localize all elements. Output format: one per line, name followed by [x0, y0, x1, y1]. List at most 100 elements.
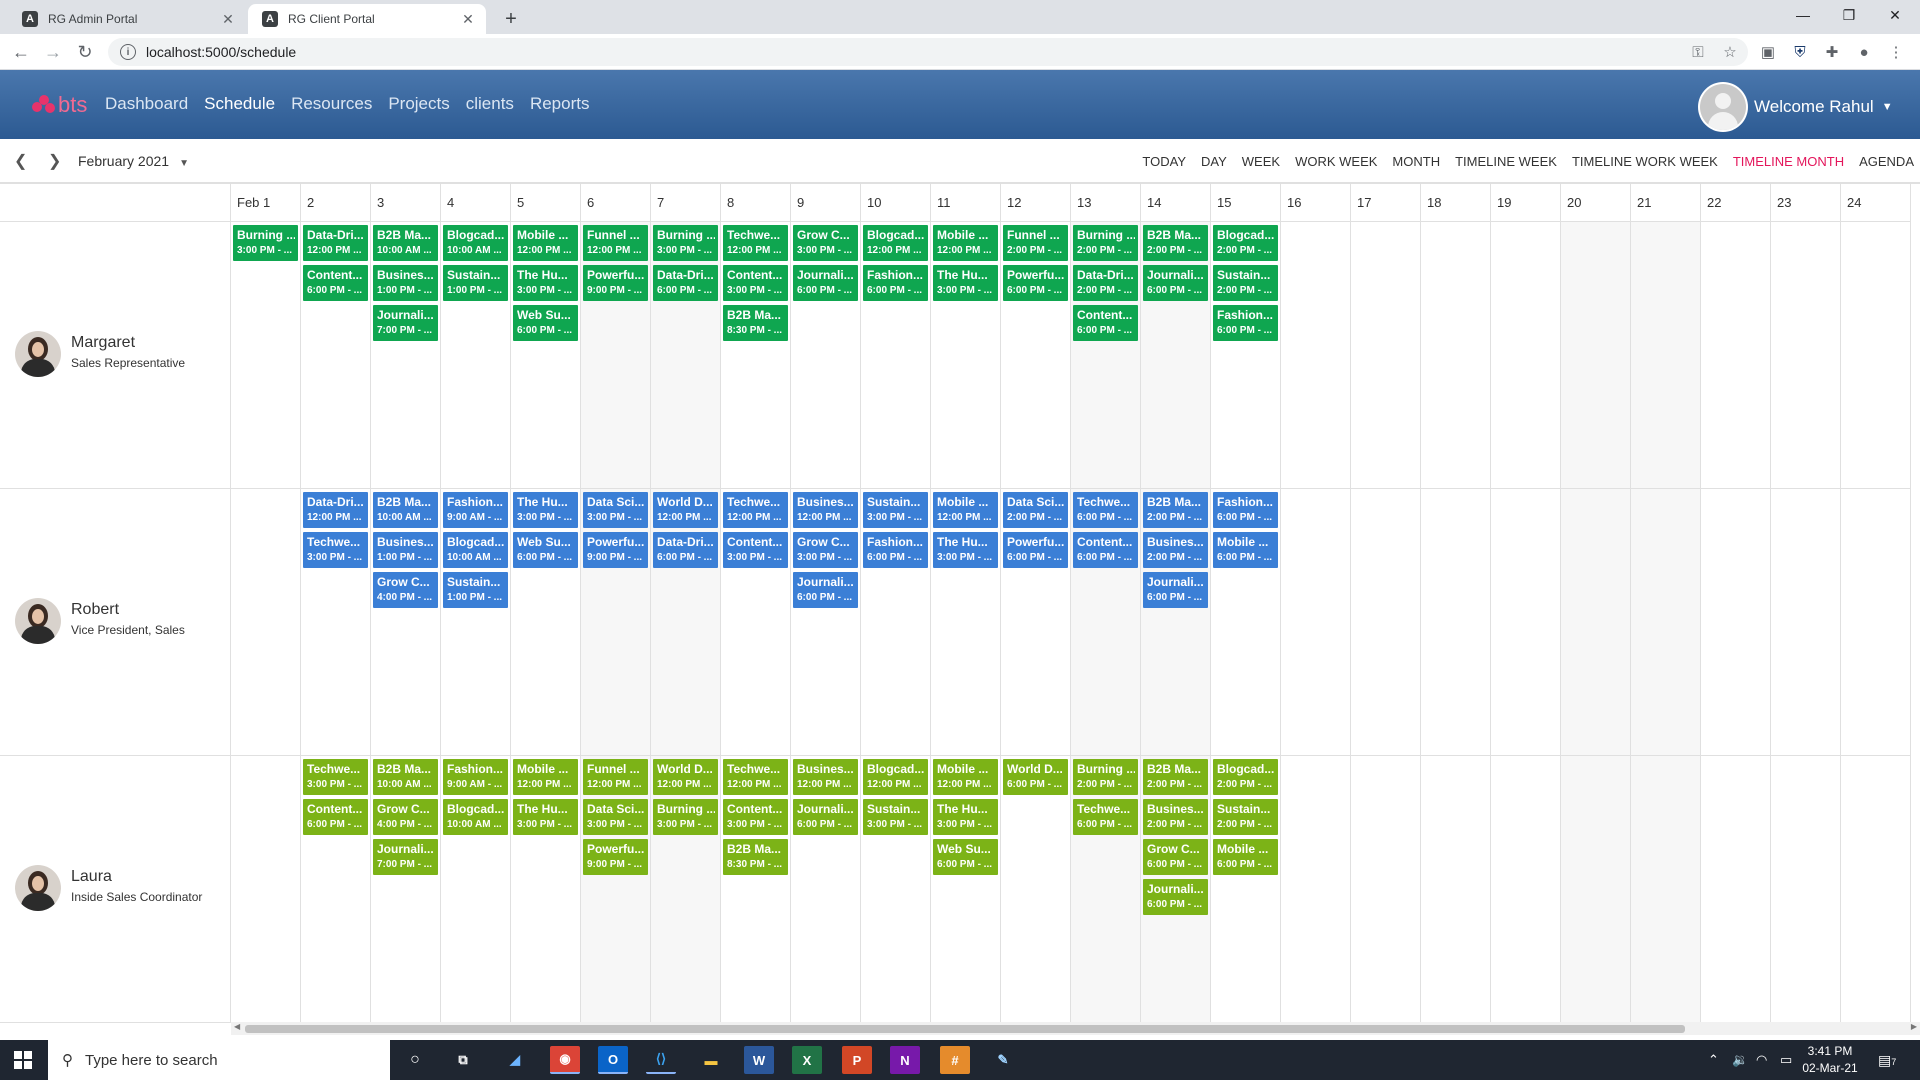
day-cell[interactable]: [721, 756, 791, 1022]
event-appointment[interactable]: Mobile ... 12:00 PM ...: [933, 225, 998, 261]
bts-logo[interactable]: bts: [30, 92, 87, 118]
day-cell[interactable]: [1281, 756, 1351, 1022]
wifi-icon[interactable]: ◠: [1756, 1052, 1767, 1068]
event-appointment[interactable]: B2B Ma... 2:00 PM - ...: [1143, 225, 1208, 261]
onenote-icon[interactable]: N: [890, 1046, 920, 1074]
date-header-cell[interactable]: 8: [721, 184, 791, 222]
puzzle-icon[interactable]: ✚: [1822, 42, 1842, 62]
reload-icon[interactable]: ↻: [72, 39, 98, 65]
event-appointment[interactable]: Journali... 6:00 PM - ...: [1143, 572, 1208, 608]
event-appointment[interactable]: Busines... 2:00 PM - ...: [1143, 532, 1208, 568]
day-cell[interactable]: [1701, 756, 1771, 1022]
slack-icon[interactable]: #: [940, 1046, 970, 1074]
event-appointment[interactable]: Burning ... 3:00 PM - ...: [653, 799, 718, 835]
event-appointment[interactable]: Data Sci... 3:00 PM - ...: [583, 492, 648, 528]
event-appointment[interactable]: Data-Dri... 6:00 PM - ...: [653, 265, 718, 301]
event-appointment[interactable]: Data-Dri... 12:00 PM ...: [303, 492, 368, 528]
event-appointment[interactable]: Journali... 7:00 PM - ...: [373, 305, 438, 341]
day-cell[interactable]: [511, 222, 581, 488]
event-appointment[interactable]: Grow C... 6:00 PM - ...: [1143, 839, 1208, 875]
view-timeline-week[interactable]: TIMELINE WEEK: [1455, 154, 1557, 169]
browser-tab-admin[interactable]: A RG Admin Portal ✕: [8, 4, 246, 34]
day-cell[interactable]: [1561, 489, 1631, 755]
date-header-cell[interactable]: 7: [651, 184, 721, 222]
event-appointment[interactable]: Busines... 12:00 PM ...: [793, 759, 858, 795]
event-appointment[interactable]: B2B Ma... 2:00 PM - ...: [1143, 759, 1208, 795]
day-cell[interactable]: [861, 489, 931, 755]
close-icon[interactable]: ✕: [220, 11, 236, 28]
event-appointment[interactable]: Content... 3:00 PM - ...: [723, 532, 788, 568]
day-cell[interactable]: [1351, 489, 1421, 755]
date-header-cell[interactable]: 17: [1351, 184, 1421, 222]
minimize-button[interactable]: —: [1780, 0, 1826, 30]
restore-button[interactable]: ❐: [1826, 0, 1872, 30]
day-cell[interactable]: [1771, 222, 1841, 488]
event-appointment[interactable]: World D... 6:00 PM - ...: [1003, 759, 1068, 795]
date-header-cell[interactable]: 10: [861, 184, 931, 222]
cast-icon[interactable]: ▣: [1758, 42, 1778, 62]
date-range-picker[interactable]: February 2021 ▼: [78, 153, 189, 169]
date-header-cell[interactable]: 21: [1631, 184, 1701, 222]
day-cell[interactable]: [441, 756, 511, 1022]
event-appointment[interactable]: Sustain... 1:00 PM - ...: [443, 572, 508, 608]
event-appointment[interactable]: Data Sci... 3:00 PM - ...: [583, 799, 648, 835]
view-timeline-work-week[interactable]: TIMELINE WORK WEEK: [1572, 154, 1718, 169]
chrome-icon[interactable]: ◉: [550, 1046, 580, 1074]
taskbar-clock[interactable]: 3:41 PM 02-Mar-21: [1800, 1043, 1860, 1077]
close-window-button[interactable]: ✕: [1872, 0, 1918, 30]
event-appointment[interactable]: Grow C... 4:00 PM - ...: [373, 799, 438, 835]
event-appointment[interactable]: Sustain... 3:00 PM - ...: [863, 799, 928, 835]
date-header-cell[interactable]: 18: [1421, 184, 1491, 222]
event-appointment[interactable]: Busines... 1:00 PM - ...: [373, 265, 438, 301]
event-appointment[interactable]: Content... 3:00 PM - ...: [723, 799, 788, 835]
event-appointment[interactable]: The Hu... 3:00 PM - ...: [933, 799, 998, 835]
event-appointment[interactable]: Grow C... 3:00 PM - ...: [793, 225, 858, 261]
day-cell[interactable]: [1211, 756, 1281, 1022]
event-appointment[interactable]: Techwe... 6:00 PM - ...: [1073, 799, 1138, 835]
date-header-cell[interactable]: 11: [931, 184, 1001, 222]
date-header-cell[interactable]: 13: [1071, 184, 1141, 222]
day-cell[interactable]: [1631, 756, 1701, 1022]
day-cell[interactable]: [1561, 756, 1631, 1022]
scroll-left-arrow-icon[interactable]: ◀: [234, 1022, 240, 1031]
date-header-cell[interactable]: 6: [581, 184, 651, 222]
day-cell[interactable]: [1421, 489, 1491, 755]
profile-avatar-icon[interactable]: ●: [1854, 42, 1874, 62]
event-appointment[interactable]: Grow C... 3:00 PM - ...: [793, 532, 858, 568]
day-cell[interactable]: [1631, 489, 1701, 755]
event-appointment[interactable]: Grow C... 4:00 PM - ...: [373, 572, 438, 608]
event-appointment[interactable]: Data-Dri... 2:00 PM - ...: [1073, 265, 1138, 301]
user-menu[interactable]: Welcome Rahul ▼: [1698, 82, 1893, 132]
key-icon[interactable]: ⚿: [1688, 42, 1708, 62]
event-appointment[interactable]: Techwe... 3:00 PM - ...: [303, 759, 368, 795]
day-cell[interactable]: [581, 222, 651, 488]
event-appointment[interactable]: Fashion... 6:00 PM - ...: [863, 265, 928, 301]
event-appointment[interactable]: Techwe... 3:00 PM - ...: [303, 532, 368, 568]
nav-dashboard[interactable]: Dashboard: [105, 94, 188, 114]
taskbar-search[interactable]: ⚲ Type here to search: [48, 1040, 390, 1080]
day-cell[interactable]: [861, 756, 931, 1022]
event-appointment[interactable]: Blogcad... 2:00 PM - ...: [1213, 225, 1278, 261]
forward-arrow-icon[interactable]: →: [40, 39, 66, 65]
browser-tab-client[interactable]: A RG Client Portal ✕: [248, 4, 486, 34]
day-cell[interactable]: [1141, 222, 1211, 488]
event-appointment[interactable]: B2B Ma... 10:00 AM ...: [373, 492, 438, 528]
event-appointment[interactable]: Powerfu... 9:00 PM - ...: [583, 532, 648, 568]
excel-icon[interactable]: X: [792, 1046, 822, 1074]
date-header-cell[interactable]: 16: [1281, 184, 1351, 222]
event-appointment[interactable]: Fashion... 9:00 AM - ...: [443, 492, 508, 528]
event-appointment[interactable]: Journali... 6:00 PM - ...: [1143, 879, 1208, 915]
nav-projects[interactable]: Projects: [388, 94, 449, 114]
day-cell[interactable]: [1141, 489, 1211, 755]
day-cell[interactable]: [1281, 489, 1351, 755]
day-cell[interactable]: [371, 222, 441, 488]
day-cell[interactable]: [1211, 222, 1281, 488]
nav-schedule[interactable]: Schedule: [204, 94, 275, 114]
event-appointment[interactable]: Burning ... 2:00 PM - ...: [1073, 225, 1138, 261]
day-cell[interactable]: [441, 489, 511, 755]
task-view-icon[interactable]: ⧉: [448, 1046, 478, 1074]
paint-icon[interactable]: ✎: [988, 1046, 1018, 1074]
date-header-cell[interactable]: 9: [791, 184, 861, 222]
event-appointment[interactable]: Funnel ... 12:00 PM ...: [583, 759, 648, 795]
event-appointment[interactable]: Fashion... 6:00 PM - ...: [863, 532, 928, 568]
